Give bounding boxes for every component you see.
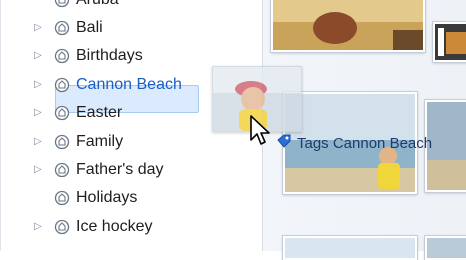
photo-thumbnail[interactable] xyxy=(425,236,466,260)
tag-tree-item-label: Father's day xyxy=(76,161,164,178)
tag-tree-item-label: Bali xyxy=(76,19,103,36)
tag-tree-item-label: Cannon Beach xyxy=(76,76,182,93)
tag-tree-item-label: Birthdays xyxy=(76,47,143,64)
photo-thumbnail[interactable] xyxy=(283,236,417,260)
tag-icon xyxy=(54,105,70,121)
tag-tree-item[interactable]: Aruba xyxy=(0,0,262,14)
tag-tree-item-label: Holidays xyxy=(76,189,138,206)
expand-arrow-icon[interactable]: ▷ xyxy=(34,14,42,42)
tag-tree-item[interactable]: ▷ Father's day xyxy=(0,156,262,184)
photo-thumbnail[interactable] xyxy=(271,0,425,52)
tag-icon xyxy=(276,133,292,155)
tag-icon xyxy=(54,0,70,8)
tag-tree-item[interactable]: Holidays xyxy=(0,184,262,212)
expand-arrow-icon[interactable]: ▷ xyxy=(34,213,42,241)
photo-thumbnail[interactable] xyxy=(433,22,466,62)
tag-icon xyxy=(54,77,70,93)
tag-tree-item[interactable]: ▷ Bali xyxy=(0,14,262,42)
tag-tree-item-label: Ice hockey xyxy=(76,218,153,235)
drop-hint: Tags Cannon Beach xyxy=(276,133,432,153)
tag-icon xyxy=(54,219,70,235)
tag-icon xyxy=(54,190,70,206)
drop-hint-text: Tags Cannon Beach xyxy=(297,134,433,152)
expand-arrow-icon[interactable]: ▷ xyxy=(34,71,42,99)
tag-tree-item-label: Aruba xyxy=(76,0,119,14)
expand-arrow-icon[interactable]: ▷ xyxy=(34,42,42,70)
expand-arrow-icon[interactable]: ▷ xyxy=(34,128,42,156)
tag-tree-item[interactable]: ▷ Ice hockey xyxy=(0,213,262,241)
tag-icon xyxy=(54,162,70,178)
expand-arrow-icon[interactable]: ▷ xyxy=(34,99,42,127)
arrow-pointer-icon xyxy=(249,114,275,148)
tag-icon xyxy=(54,20,70,36)
expand-arrow-icon[interactable]: ▷ xyxy=(34,156,42,184)
tag-tree-item[interactable]: ▷ Family xyxy=(0,128,262,156)
tag-icon xyxy=(54,48,70,64)
tag-tree-item-label: Family xyxy=(76,133,124,150)
tag-tree-item-label: Easter xyxy=(76,104,123,121)
tag-icon xyxy=(54,134,70,150)
